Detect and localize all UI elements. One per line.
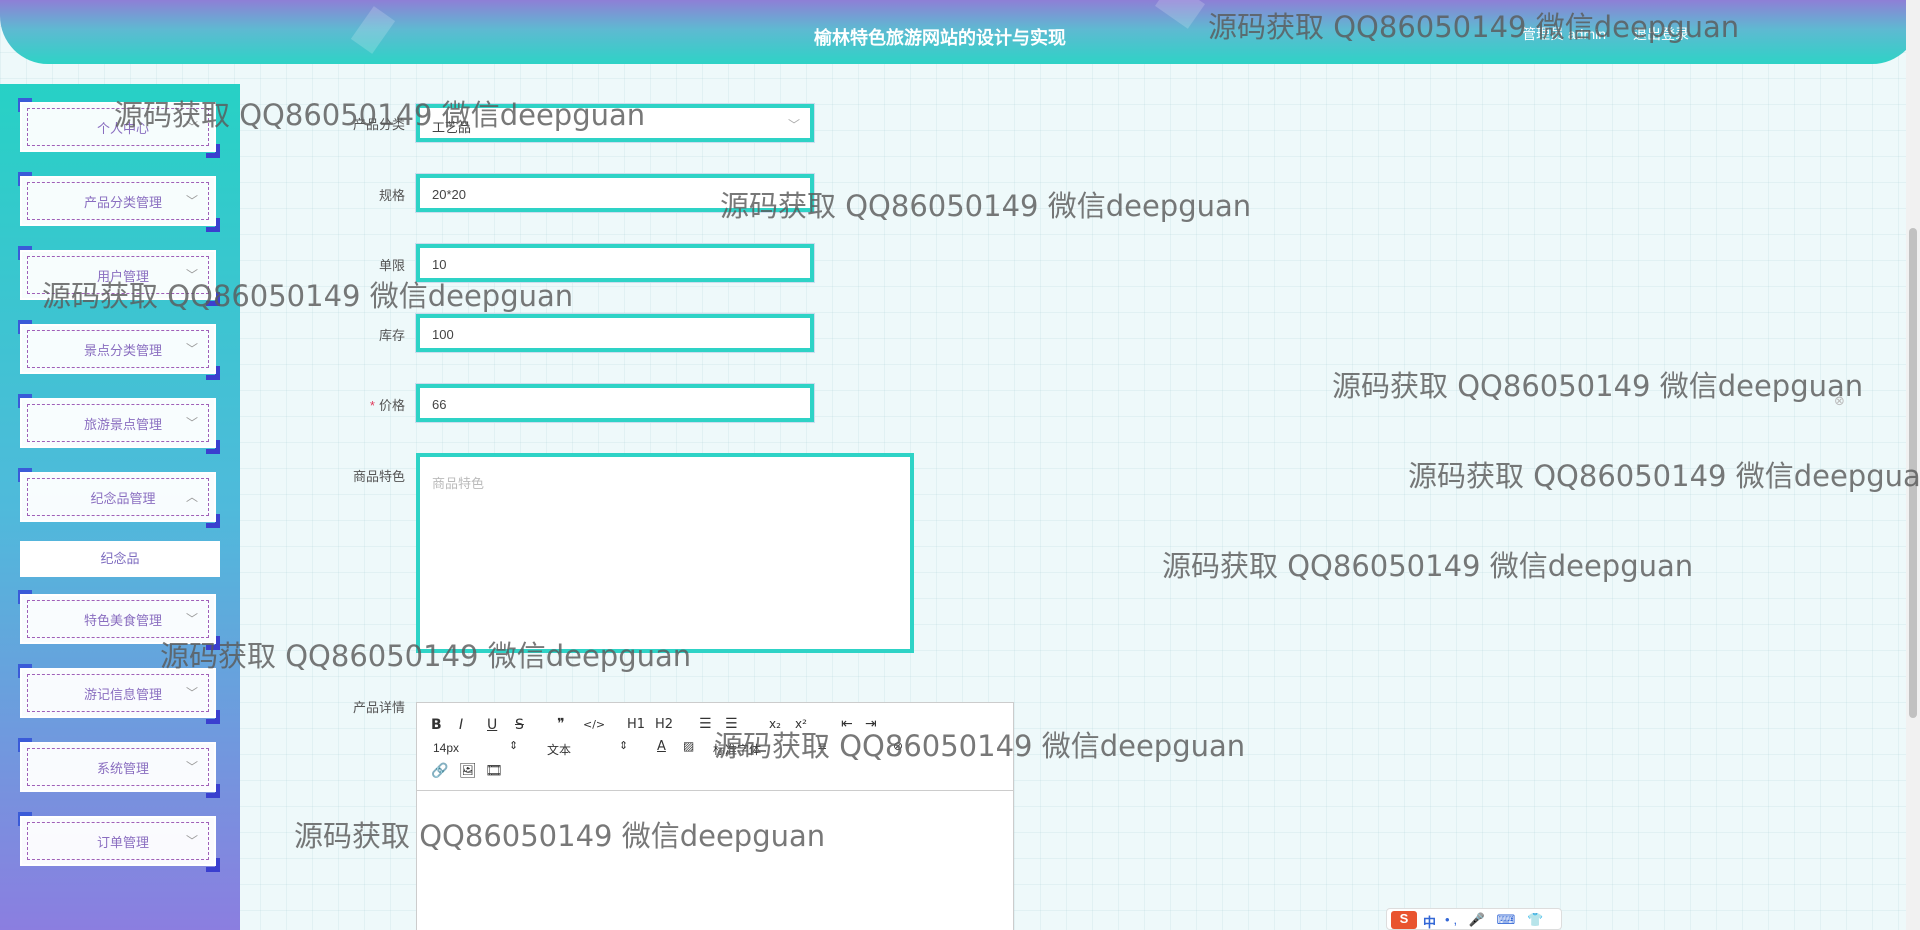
price-input[interactable]: 66 — [415, 383, 815, 423]
select-arrows-icon: ⇕ — [509, 739, 519, 752]
spec-label: 规格 — [378, 188, 405, 203]
ordered-list-icon[interactable]: ☰ — [699, 716, 712, 732]
font-size-select[interactable]: 14px — [433, 741, 459, 755]
chevron-down-icon: ﹀ — [186, 268, 199, 282]
italic-button[interactable]: I — [459, 717, 463, 733]
sidebar-item-food[interactable]: 特色美食管理 ﹀ — [18, 590, 220, 650]
sidebar: 个人中心 ﹀ 产品分类管理 ﹀ 用户管理 ﹀ 景点分类管理 ﹀ 旅游景点管理 ﹀ — [0, 84, 240, 930]
subscript-button[interactable]: x₂ — [769, 717, 781, 731]
price-label: * 价格 — [285, 395, 405, 414]
image-icon[interactable]: 🖼 — [459, 763, 477, 779]
align-icon[interactable]: ≡ — [817, 739, 827, 753]
sidebar-item-travel-notes[interactable]: 游记信息管理 ﹀ — [18, 664, 220, 724]
code-button[interactable]: </> — [583, 718, 605, 731]
ime-toolbar[interactable]: S 中 •, 🎤 ⌨ 👕 ▦ — [1386, 908, 1562, 930]
ime-tool-icons[interactable]: •, 🎤 ⌨ 👕 ▦ — [1445, 912, 1561, 930]
editor-toolbar: B I U S ❞ </> H1 H2 ☰ ☰ x₂ x² ⇤ ⇥ 14px ⇕… — [417, 703, 1013, 791]
close-icon[interactable]: ⊗ — [1834, 393, 1845, 409]
sidebar-item-personal-center[interactable]: 个人中心 ﹀ — [18, 98, 220, 158]
select-arrows-icon: ⇕ — [619, 739, 629, 752]
stock-value: 100 — [432, 327, 454, 342]
watermark: 源码获取 QQ86050149 微信deepguan — [1408, 459, 1920, 493]
chevron-down-icon: ﹀ — [787, 118, 800, 132]
sidebar-item-scenic-category[interactable]: 景点分类管理 ﹀ — [18, 320, 220, 380]
sidebar-item-souvenirs[interactable]: 纪念品管理 ︿ — [18, 468, 220, 528]
limit-value: 10 — [432, 257, 447, 272]
spec-input[interactable]: 20*20 — [415, 173, 815, 213]
chevron-down-icon: ﹀ — [186, 686, 199, 700]
bold-button[interactable]: B — [431, 717, 442, 733]
features-placeholder: 商品特色 — [432, 476, 485, 491]
ime-mode[interactable]: 中 — [1423, 912, 1436, 930]
chevron-down-icon: ﹀ — [186, 120, 199, 134]
features-label: 商品特色 — [352, 469, 405, 484]
superscript-button[interactable]: x² — [795, 717, 807, 731]
sidebar-subitem-souvenir[interactable]: 纪念品 — [20, 541, 220, 577]
font-family-select[interactable]: 标准字体 — [713, 741, 761, 758]
category-label: 产品分类 — [352, 117, 405, 132]
sogou-logo-icon: S — [1391, 911, 1417, 929]
link-icon[interactable]: 🔗 — [431, 763, 448, 779]
block-type-value: 文本 — [547, 743, 572, 757]
top-header: 榆林特色旅游网站的设计与实现 管理员 admin 退出登录 — [0, 0, 1920, 64]
strike-button[interactable]: S — [515, 717, 524, 733]
sidebar-item-scenic-spots[interactable]: 旅游景点管理 ﹀ — [18, 394, 220, 454]
sidebar-item-users[interactable]: 用户管理 ﹀ — [18, 246, 220, 306]
logout-link[interactable]: 退出登录 — [1633, 24, 1689, 44]
bullet-list-icon[interactable]: ☰ — [725, 716, 738, 732]
limit-label: 单限 — [378, 258, 405, 273]
sidebar-item-system[interactable]: 系统管理 ﹀ — [18, 738, 220, 798]
sidebar-item-product-category[interactable]: 产品分类管理 ﹀ — [18, 172, 220, 232]
scrollbar-thumb[interactable] — [1909, 228, 1917, 718]
outdent-icon[interactable]: ⇤ — [841, 716, 853, 732]
chevron-down-icon: ﹀ — [186, 612, 199, 626]
font-size-value: 14px — [433, 741, 460, 755]
underline-button[interactable]: U — [487, 717, 497, 733]
price-label-text: 价格 — [378, 398, 405, 413]
features-textarea[interactable]: 商品特色 — [416, 453, 914, 653]
watermark: 源码获取 QQ86050149 微信deepguan — [1332, 369, 1864, 403]
category-select[interactable]: 工艺品 ﹀ — [415, 103, 815, 143]
h2-button[interactable]: H2 — [655, 717, 673, 732]
background-color-icon[interactable]: ▨ — [683, 739, 694, 753]
page-scrollbar[interactable] — [1906, 0, 1920, 930]
h1-button[interactable]: H1 — [627, 717, 645, 732]
video-icon[interactable]: 🎞 — [485, 763, 503, 779]
chevron-down-icon: ﹀ — [186, 342, 199, 356]
spec-value: 20*20 — [432, 187, 466, 202]
limit-input[interactable]: 10 — [415, 243, 815, 283]
category-value: 工艺品 — [432, 120, 472, 135]
quote-button[interactable]: ❞ — [557, 716, 565, 732]
watermark: 源码获取 QQ86050149 微信deepguan — [1162, 549, 1694, 583]
font-family-value: 标准字体 — [713, 743, 762, 757]
text-color-button[interactable]: A — [657, 739, 666, 754]
sidebar-item-orders[interactable]: 订单管理 ﹀ — [18, 812, 220, 872]
chevron-down-icon: ﹀ — [186, 834, 199, 848]
stock-label: 库存 — [378, 328, 405, 343]
price-value: 66 — [432, 397, 447, 412]
chevron-down-icon: ﹀ — [186, 194, 199, 208]
current-user: 管理员 admin — [1522, 26, 1607, 42]
clear-format-icon[interactable]: ⊘ — [893, 739, 903, 753]
details-label: 产品详情 — [352, 700, 405, 715]
rich-text-editor[interactable]: B I U S ❞ </> H1 H2 ☰ ☰ x₂ x² ⇤ ⇥ 14px ⇕… — [416, 702, 1014, 930]
indent-icon[interactable]: ⇥ — [865, 716, 877, 732]
required-mark: * — [369, 398, 375, 413]
stock-input[interactable]: 100 — [415, 313, 815, 353]
chevron-up-icon: ︿ — [186, 490, 199, 504]
block-type-select[interactable]: 文本 — [547, 741, 571, 758]
chevron-down-icon: ﹀ — [186, 760, 199, 774]
chevron-down-icon: ﹀ — [186, 416, 199, 430]
